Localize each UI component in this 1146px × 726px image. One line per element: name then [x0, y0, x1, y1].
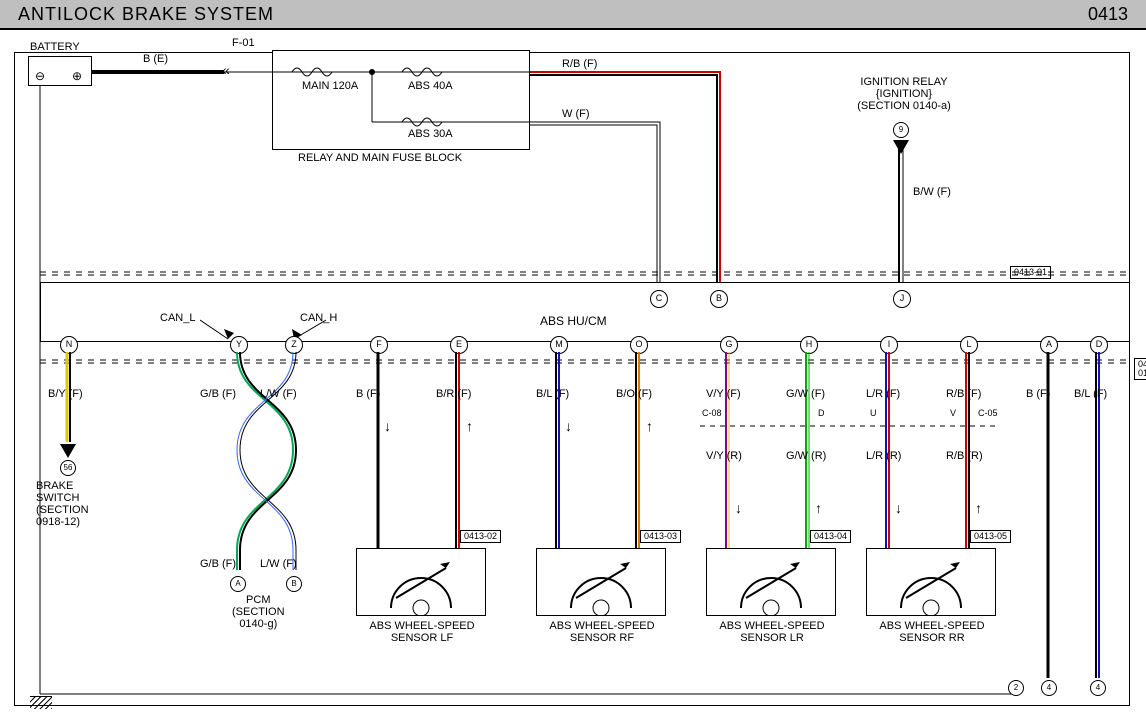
wl-h: G/W (F) — [786, 388, 825, 400]
pcm-pin-a: A — [230, 576, 246, 592]
arrow-o-up: ↑ — [646, 418, 653, 434]
pcm-pin-b: B — [286, 576, 302, 592]
brake-switch-pin: 56 — [60, 460, 76, 476]
ref-rr: 0413-05 — [970, 530, 1011, 543]
wl-gw-r: G/W (R) — [786, 450, 826, 462]
can-l-label: CAN_L — [160, 312, 195, 324]
battery-neg-icon: ⊖ — [35, 69, 45, 83]
conn-u-label: U — [870, 408, 877, 418]
brake-switch-triangle-icon — [60, 444, 76, 458]
fuse-main-label: MAIN 120A — [302, 80, 358, 92]
conn-c05-label: C-05 — [978, 408, 998, 418]
wl-e: B/R (F) — [436, 388, 471, 400]
conn-break-top — [40, 268, 1130, 282]
wl-y: G/B (F) — [200, 388, 236, 400]
ignition-wire-label: B/W (F) — [913, 186, 951, 198]
wl-f: B (F) — [356, 388, 380, 400]
sensor-lf-icon — [356, 548, 486, 616]
pin-y: Y — [230, 336, 248, 354]
wl-rb-r: R/B (R) — [946, 450, 983, 462]
battery-pos-icon: ⊕ — [72, 69, 82, 83]
abs-module-label: ABS HU/CM — [540, 314, 607, 328]
pin-i: I — [880, 336, 898, 354]
ref-lf: 0413-02 — [460, 530, 501, 543]
arrow-e-up: ↑ — [466, 418, 473, 434]
ref-rf: 0413-03 — [640, 530, 681, 543]
arrow-h-up: ↑ — [815, 500, 822, 516]
brake-switch-label: BRAKE SWITCH (SECTION 0918-12) — [36, 480, 89, 528]
wl-o: B/O (F) — [616, 388, 652, 400]
ignition-pin: 9 — [893, 122, 909, 138]
battery-label: BATTERY — [30, 41, 80, 53]
wl-g: V/Y (F) — [706, 388, 741, 400]
ignition-triangle-icon — [893, 140, 909, 154]
battery-wire-label: B (E) — [143, 53, 168, 65]
wl-m: B/L (F) — [536, 388, 569, 400]
wl-l: R/B (F) — [946, 388, 981, 400]
pin-f: F — [370, 336, 388, 354]
pin-l: L — [960, 336, 978, 354]
connector-icon: « — [222, 62, 230, 78]
wire-w-f-label: W (F) — [562, 108, 589, 120]
ground-pin-4a: 4 — [1041, 680, 1057, 696]
ground-icon — [30, 696, 52, 710]
diagram-title: ANTILOCK BRAKE SYSTEM — [18, 4, 274, 25]
wire-rb-f-label: R/B (F) — [562, 58, 597, 70]
conn-c08-label: C-08 — [702, 408, 722, 418]
sensor-rf-icon — [536, 548, 666, 616]
wl-lr-r: L/R (R) — [866, 450, 901, 462]
pin-o: O — [630, 336, 648, 354]
sensor-rf-label: ABS WHEEL-SPEED SENSOR RF — [542, 620, 662, 644]
wl-lw2: L/W (F) — [260, 558, 297, 570]
pin-z: Z — [285, 336, 303, 354]
pin-g: G — [720, 336, 738, 354]
arrow-m-down: ↓ — [565, 418, 572, 434]
pin-d: D — [1090, 336, 1108, 354]
wl-i: L/R (F) — [866, 388, 900, 400]
wl-d: B/L (F) — [1074, 388, 1107, 400]
ref-lr: 0413-04 — [810, 530, 851, 543]
conn-v-label: V — [950, 408, 956, 418]
pin-j: J — [893, 290, 911, 308]
pin-h: H — [800, 336, 818, 354]
arrow-f-down: ↓ — [384, 418, 391, 434]
ground-pin-2: 2 — [1008, 680, 1024, 696]
wl-z: L/W (F) — [260, 388, 297, 400]
pin-c: C — [650, 290, 668, 308]
fuse-block-internals — [272, 50, 530, 150]
pin-b: B — [710, 290, 728, 308]
conn-break-bot — [40, 356, 1130, 370]
wl-n: B/Y (F) — [48, 388, 83, 400]
ground-pin-4b: 4 — [1090, 680, 1106, 696]
sensor-lf-label: ABS WHEEL-SPEED SENSOR LF — [362, 620, 482, 644]
conn-break-c08 — [700, 420, 1000, 432]
arrow-l-up: ↑ — [975, 500, 982, 516]
arrow-i-down: ↓ — [895, 500, 902, 516]
conn-d-label: D — [818, 408, 825, 418]
pin-e: E — [450, 336, 468, 354]
pin-a: A — [1040, 336, 1058, 354]
pin-m: M — [550, 336, 568, 354]
arrow-g-down: ↓ — [735, 500, 742, 516]
pcm-label: PCM (SECTION 0140-g) — [232, 594, 285, 630]
battery-conn-label: F-01 — [232, 37, 255, 49]
pin-n: N — [60, 336, 78, 354]
sensor-lr-icon — [706, 548, 836, 616]
ignition-relay-label: IGNITION RELAY {IGNITION} (SECTION 0140-… — [834, 76, 974, 112]
sensor-lr-label: ABS WHEEL-SPEED SENSOR LR — [712, 620, 832, 644]
ref-bot: 0413-01 — [1134, 358, 1146, 380]
sensor-rr-label: ABS WHEEL-SPEED SENSOR RR — [872, 620, 992, 644]
fuse-abs30-label: ABS 30A — [408, 128, 453, 140]
title-bar: ANTILOCK BRAKE SYSTEM 0413 — [0, 0, 1146, 30]
wl-vy-r: V/Y (R) — [706, 450, 742, 462]
wl-a: B (F) — [1026, 388, 1050, 400]
sensor-rr-icon — [866, 548, 996, 616]
page-number: 0413 — [1088, 4, 1128, 25]
battery-wire — [92, 60, 272, 90]
fuse-block-label: RELAY AND MAIN FUSE BLOCK — [298, 152, 462, 164]
wl-gb2: G/B (F) — [200, 558, 236, 570]
fuse-abs40-label: ABS 40A — [408, 80, 453, 92]
wiring-diagram-page: ANTILOCK BRAKE SYSTEM 0413 BATTERY ⊖ ⊕ B… — [0, 0, 1146, 726]
